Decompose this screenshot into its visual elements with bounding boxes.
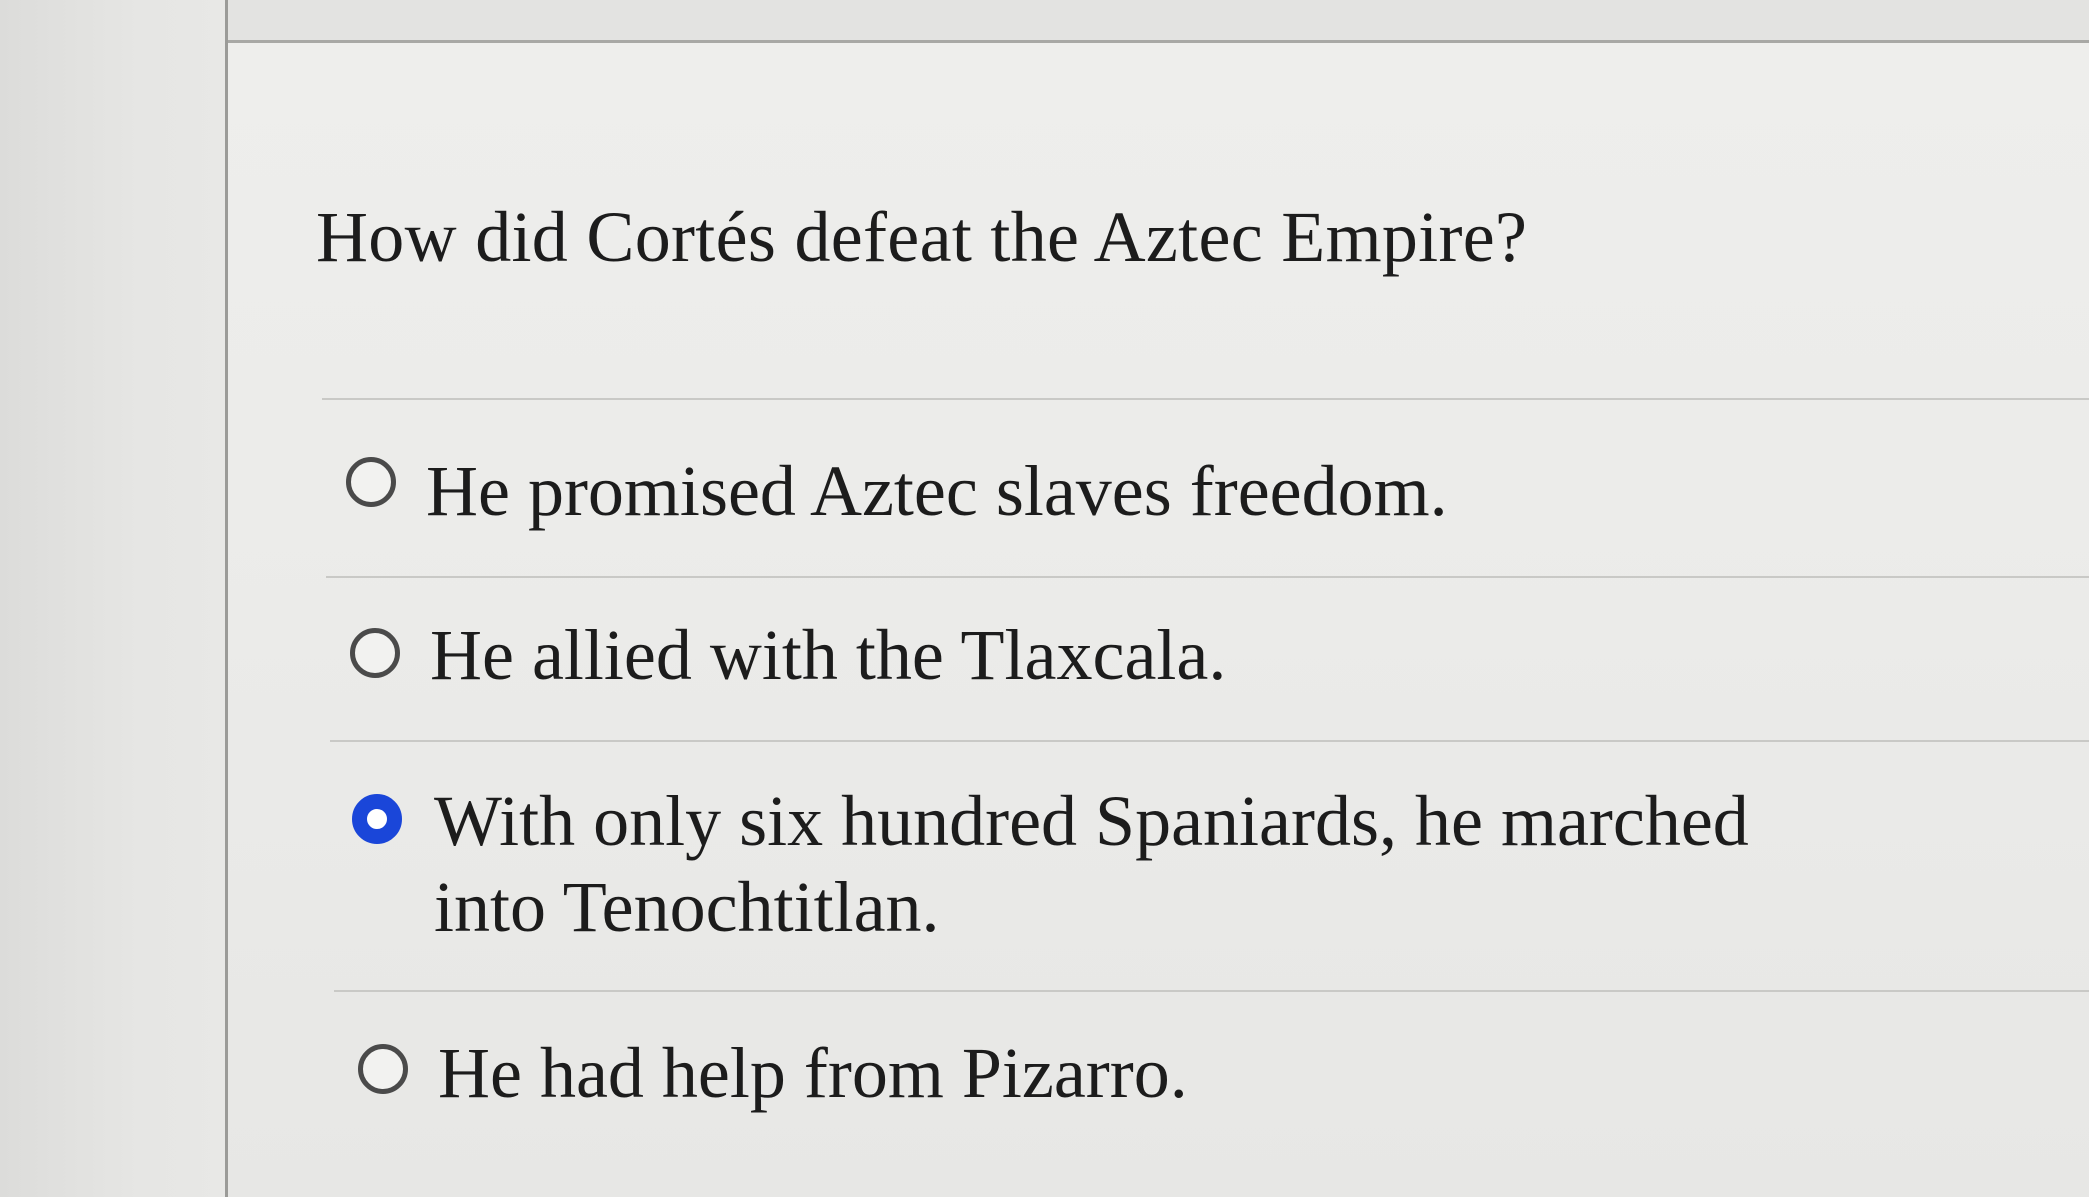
answer-option-label: He allied with the Tlaxcala. [430,615,1227,695]
answer-option-4[interactable]: He had help from Pizarro. [358,1030,1188,1116]
quiz-panel [225,0,2089,1197]
divider [330,740,2089,742]
answer-option-label: With only six hundred Spaniards, he marc… [434,781,1749,947]
divider [322,398,2089,400]
radio-button-icon[interactable] [350,628,400,678]
question-text: How did Cortés defeat the Aztec Empire? [316,197,1528,277]
answer-option-2[interactable]: He allied with the Tlaxcala. [350,612,1226,698]
radio-button-icon[interactable] [358,1044,408,1094]
answer-option-label: He promised Aztec slaves freedom. [426,451,1448,531]
answer-option-3[interactable]: With only six hundred Spaniards, he marc… [352,778,1912,950]
radio-button-icon[interactable] [346,457,396,507]
radio-button-selected-icon[interactable] [352,794,402,844]
left-gutter [0,0,235,1197]
top-band [228,0,2089,43]
divider [326,576,2089,578]
answer-option-1[interactable]: He promised Aztec slaves freedom. [346,448,1448,534]
divider [334,990,2089,992]
answer-option-label: He had help from Pizarro. [438,1033,1188,1113]
